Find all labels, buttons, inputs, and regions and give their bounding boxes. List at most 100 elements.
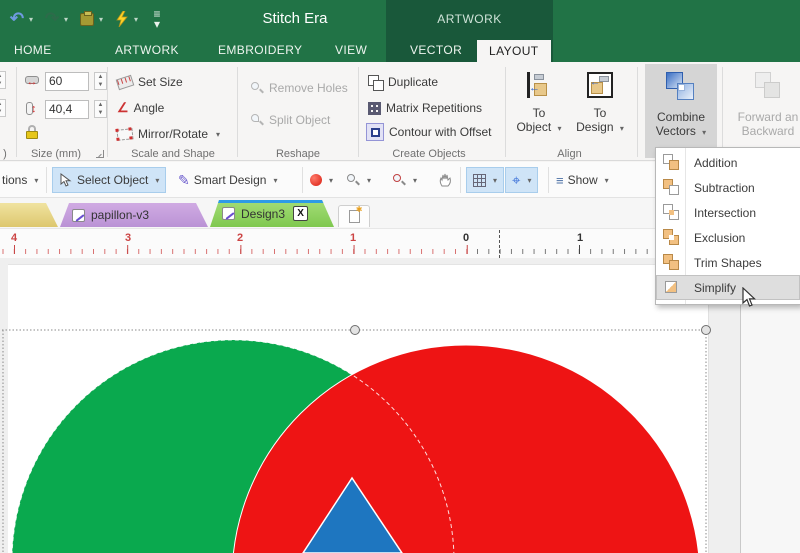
close-tab-button[interactable]: X	[293, 206, 308, 221]
smart-design-button[interactable]: ✎ Smart Design▾	[178, 167, 277, 193]
split-object-label: Split Object	[269, 113, 330, 127]
align-to-object-button[interactable]: ← To Object ▾	[509, 64, 569, 158]
matrix-repetitions-label: Matrix Repetitions	[386, 101, 482, 115]
width-input[interactable]	[45, 72, 89, 91]
menu-item-simplify[interactable]: Simplify	[656, 275, 800, 300]
height-input[interactable]	[45, 100, 89, 119]
duplicate-button[interactable]: Duplicate	[368, 72, 438, 92]
angle-button[interactable]: ∠ Angle	[117, 98, 164, 118]
zoom-ruler-button[interactable]: ▾	[392, 167, 417, 193]
menu-item-subtraction[interactable]: Subtraction	[656, 175, 800, 200]
align-to-design-line1: To	[594, 106, 607, 120]
document-tab-design3-active[interactable]: Design3 X	[210, 200, 334, 227]
mirror-rotate-button[interactable]: Mirror/Rotate ▾	[117, 124, 220, 144]
tab-vector[interactable]: VECTOR	[410, 43, 462, 57]
show-icon: ≡	[556, 173, 564, 188]
ruler-label: 1	[350, 232, 356, 244]
zoom-ruler-icon	[392, 173, 406, 187]
tab-embroidery[interactable]: EMBROIDERY	[218, 43, 302, 57]
document-icon	[72, 209, 85, 222]
angle-label: Angle	[134, 101, 165, 115]
ruler-origin-marker	[499, 230, 500, 258]
width-spinner[interactable]: ▲▼	[94, 72, 107, 90]
tab-view[interactable]: VIEW	[335, 43, 367, 57]
zoom-bead-button[interactable]: ▾	[310, 167, 333, 193]
tab-home[interactable]: HOME	[14, 43, 52, 57]
set-size-button[interactable]: Set Size	[117, 72, 183, 92]
selection-handle-top-center[interactable]	[351, 326, 360, 335]
undo-dropdown-arrow[interactable]: ▾	[29, 15, 33, 24]
lock-aspect-icon[interactable]	[26, 125, 38, 139]
size-group-label: Size (mm)	[24, 148, 88, 160]
remove-holes-button[interactable]: Remove Holes	[250, 78, 348, 98]
partial-group-label: )	[0, 148, 10, 160]
zoom-page-button[interactable]: ▾	[346, 167, 371, 193]
menu-item-intersection[interactable]: Intersection	[656, 200, 800, 225]
matrix-repetitions-button[interactable]: Matrix Repetitions	[368, 98, 482, 118]
align-to-design-button[interactable]: ← To Design ▾	[570, 64, 630, 158]
set-size-icon	[116, 74, 135, 89]
forward-backward-button[interactable]: Forward an Backward	[728, 64, 800, 158]
ribbon-tabs: HOME ARTWORK EMBROIDERY VIEW VECTOR LAYO…	[0, 40, 800, 62]
guides-toggle-button[interactable]: ⌖▾	[505, 167, 538, 193]
forward-backward-line2: Backward	[742, 124, 795, 138]
combine-vectors-button[interactable]: Combine Vectors ▾	[645, 64, 717, 158]
menu-item-label: Exclusion	[694, 231, 745, 245]
menu-item-addition[interactable]: Addition	[656, 150, 800, 175]
height-icon: ↕	[24, 101, 40, 117]
mouse-cursor	[742, 287, 758, 309]
scale-shape-group-label: Scale and Shape	[117, 148, 229, 160]
menu-item-label: Trim Shapes	[694, 256, 762, 270]
menu-item-exclusion[interactable]: Exclusion	[656, 225, 800, 250]
position-y-spinner[interactable]: ▲▼	[0, 99, 6, 117]
grid-toggle-button[interactable]: ▾	[466, 167, 504, 193]
show-label: Show	[568, 173, 598, 187]
redo-icon[interactable]: ↷	[43, 10, 61, 28]
subtraction-icon	[663, 179, 680, 196]
customize-qat-icon[interactable]: ≡▾	[148, 10, 166, 28]
select-arrow-icon	[59, 173, 73, 187]
ruler-label: 4	[11, 232, 17, 244]
grid-icon	[473, 174, 486, 187]
document-tab-partial[interactable]	[0, 203, 58, 227]
contour-with-offset-button[interactable]: Contour with Offset	[366, 122, 492, 142]
clipboard-dropdown-arrow[interactable]: ▾	[99, 15, 103, 24]
partial-left-dropdown[interactable]: tions▾	[2, 167, 38, 193]
smart-design-label: Smart Design	[194, 173, 267, 187]
contour-with-offset-icon	[366, 123, 384, 141]
combine-vectors-line2: Vectors ▾	[656, 124, 706, 140]
duplicate-label: Duplicate	[388, 75, 438, 89]
select-object-button[interactable]: Select Object▾	[52, 167, 166, 193]
align-group-label: Align	[509, 148, 630, 160]
size-dialog-launcher-icon[interactable]	[96, 150, 104, 158]
ruler-label: 3	[125, 232, 131, 244]
redo-dropdown-arrow[interactable]: ▾	[64, 15, 68, 24]
split-object-button[interactable]: Split Object	[250, 110, 330, 130]
angle-icon: ∠	[117, 100, 129, 116]
hand-icon	[438, 172, 454, 188]
menu-item-trim-shapes[interactable]: Trim Shapes	[656, 250, 800, 275]
mirror-rotate-icon	[116, 128, 133, 141]
undo-icon[interactable]: ↶	[8, 10, 26, 28]
split-object-icon	[250, 113, 264, 127]
lightning-dropdown-arrow[interactable]: ▾	[134, 15, 138, 24]
menu-item-label: Addition	[694, 156, 737, 170]
new-document-tab-button[interactable]	[338, 205, 370, 227]
align-to-object-line1: To	[533, 106, 546, 120]
clipboard-icon[interactable]	[78, 10, 96, 28]
matrix-repetitions-icon	[368, 102, 381, 115]
mirror-rotate-label: Mirror/Rotate	[138, 127, 208, 141]
show-dropdown-button[interactable]: ≡ Show▾	[556, 167, 609, 193]
height-field-row: ↕ ▲▼	[24, 99, 107, 119]
align-to-design-line2: Design ▾	[576, 120, 624, 136]
pan-hand-button[interactable]	[438, 167, 454, 193]
position-x-spinner[interactable]: ▲▼	[0, 71, 6, 89]
contextual-tab-group-label: ARTWORK	[386, 12, 553, 26]
document-tab-papillon[interactable]: papillon-v3	[60, 203, 208, 227]
tab-layout[interactable]: LAYOUT	[477, 40, 551, 63]
tab-artwork[interactable]: ARTWORK	[115, 43, 179, 57]
contour-with-offset-label: Contour with Offset	[389, 125, 492, 139]
lightning-icon[interactable]	[113, 10, 131, 28]
height-spinner[interactable]: ▲▼	[94, 100, 107, 118]
selection-handle-top-right[interactable]	[702, 326, 711, 335]
